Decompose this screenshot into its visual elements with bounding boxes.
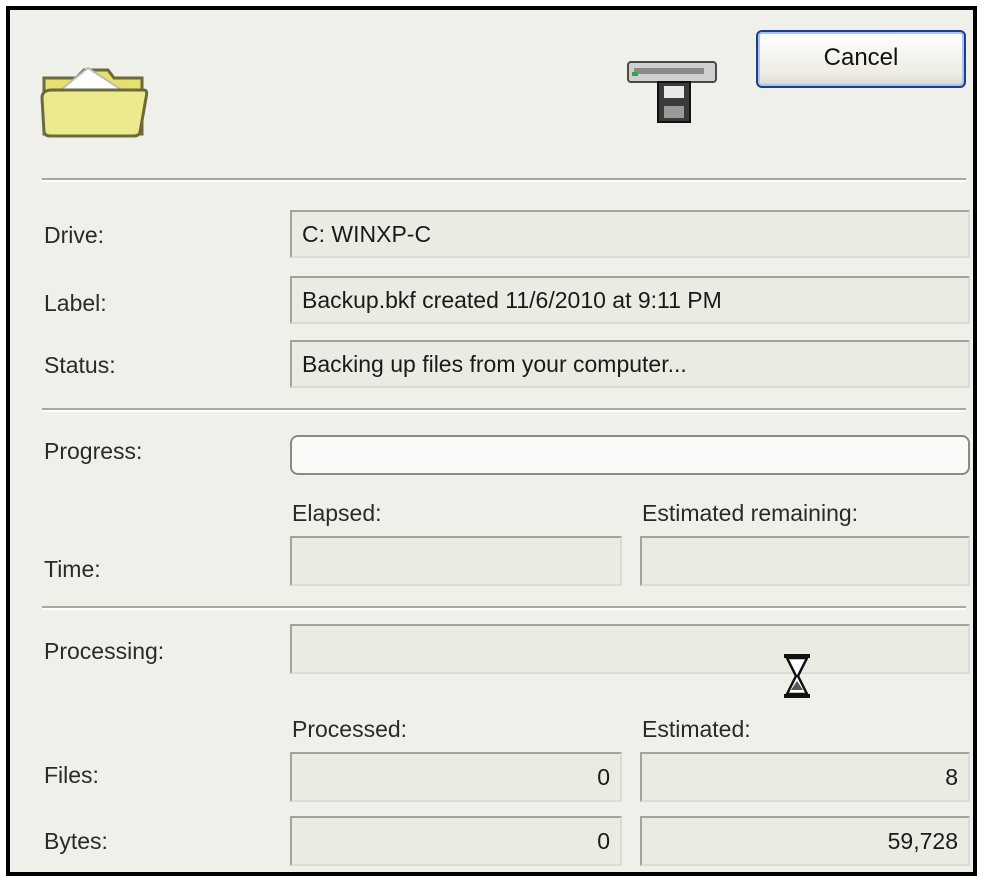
separator bbox=[42, 606, 966, 610]
processed-label: Processed: bbox=[292, 716, 408, 742]
cancel-button[interactable]: Cancel bbox=[756, 30, 966, 88]
status-field: Backing up files from your computer... bbox=[290, 340, 970, 388]
estimated-label: Estimated: bbox=[642, 716, 751, 742]
folder-icon bbox=[40, 66, 149, 138]
bytes-estimated-field: 59,728 bbox=[640, 816, 970, 866]
elapsed-field bbox=[290, 536, 622, 586]
processing-label: Processing: bbox=[44, 638, 165, 664]
time-label: Time: bbox=[44, 556, 101, 582]
progress-bar bbox=[290, 435, 970, 475]
files-processed-field: 0 bbox=[290, 752, 622, 802]
progress-label: Progress: bbox=[44, 438, 143, 464]
files-estimated-field: 8 bbox=[640, 752, 970, 802]
processing-field bbox=[290, 624, 970, 674]
hourglass-icon bbox=[784, 654, 810, 698]
separator bbox=[42, 178, 966, 182]
estimated-remaining-field bbox=[640, 536, 970, 586]
backup-drive-icon bbox=[627, 61, 717, 123]
backup-label-label: Label: bbox=[44, 290, 107, 316]
bytes-processed-field: 0 bbox=[290, 816, 622, 866]
separator bbox=[42, 408, 966, 412]
elapsed-label: Elapsed: bbox=[292, 500, 382, 526]
backup-label-field: Backup.bkf created 11/6/2010 at 9:11 PM bbox=[290, 276, 970, 324]
backup-progress-dialog: Cancel Drive: C: WINXP-C Label: Backup.b… bbox=[6, 6, 977, 876]
drive-label: Drive: bbox=[44, 222, 105, 248]
files-label: Files: bbox=[44, 762, 99, 788]
estimated-remaining-label: Estimated remaining: bbox=[642, 500, 859, 526]
status-label: Status: bbox=[44, 352, 116, 378]
bytes-label: Bytes: bbox=[44, 828, 108, 854]
drive-field: C: WINXP-C bbox=[290, 210, 970, 258]
